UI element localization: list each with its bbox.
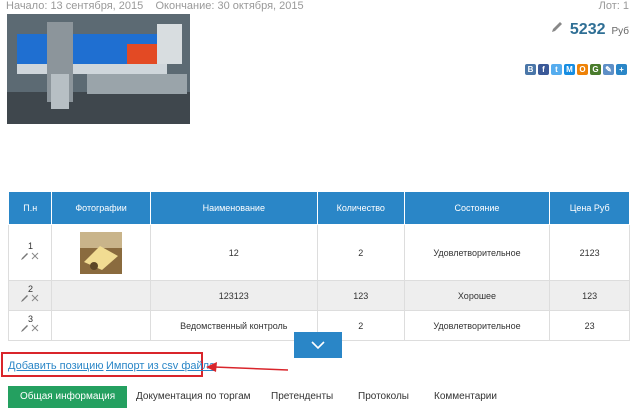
edit-row-icon[interactable]: [20, 324, 29, 333]
machine-photo-icon: [7, 14, 190, 124]
edit-row-icon[interactable]: [20, 252, 29, 261]
tab-comments[interactable]: Комментарии: [434, 386, 497, 408]
item-actions-highlight: Добавить позицию Импорт из csv файла: [1, 352, 215, 377]
col-header-num: П.н: [7, 191, 53, 225]
row-name: 12: [149, 224, 318, 281]
price-currency: Руб: [611, 26, 629, 37]
share-odnoklassniki-icon[interactable]: О: [577, 64, 588, 75]
row-price: 2123: [549, 224, 630, 281]
row-num-cell: 1: [7, 224, 53, 281]
share-mailru-icon[interactable]: М: [564, 64, 575, 75]
auction-dates: Начало: 13 сентября, 2015 Окончание: 30 …: [6, 0, 304, 12]
chevron-down-icon: [311, 340, 325, 349]
price-amount: 5232: [569, 21, 606, 38]
delete-row-icon[interactable]: [31, 294, 39, 302]
row-photo-cell: [51, 280, 151, 311]
col-header-qty: Количество: [316, 191, 405, 225]
row-num-cell: 2: [7, 280, 53, 311]
import-csv-link[interactable]: Импорт из csv файла: [106, 360, 215, 372]
lot-items-table: П.н Фотографии Наименование Количество С…: [7, 191, 630, 341]
food-photo-icon: [80, 231, 123, 274]
table-row: 2 123123 123 Хорошее 123: [7, 280, 630, 311]
row-state: Удовлетворительное: [403, 310, 551, 341]
row-name: 123123: [149, 280, 318, 311]
share-google-icon[interactable]: G: [590, 64, 601, 75]
col-header-photos: Фотографии: [51, 191, 151, 225]
tab-general-info[interactable]: Общая информация: [8, 386, 128, 408]
col-header-name: Наименование: [149, 191, 318, 225]
delete-row-icon[interactable]: [31, 324, 39, 332]
row-num: 2: [28, 284, 34, 294]
row-qty: 2: [316, 224, 405, 281]
expand-table-button[interactable]: [294, 332, 342, 358]
row-price: 123: [549, 280, 630, 311]
table-row: 1 12 2 Удовлетворительное 2123: [7, 224, 630, 281]
tab-documentation[interactable]: Документация по торгам: [136, 386, 251, 408]
row-name: Ведомственный контроль: [149, 310, 318, 341]
lot-main-photo[interactable]: [7, 14, 190, 124]
share-buttons: В f t М О G ✎ +: [525, 64, 627, 75]
share-twitter-icon[interactable]: t: [551, 64, 562, 75]
row-photo-cell: [51, 310, 151, 341]
row-state: Удовлетворительное: [403, 224, 551, 281]
share-more-icon[interactable]: +: [616, 64, 627, 75]
row-qty: 123: [316, 280, 405, 311]
edit-row-icon[interactable]: [20, 294, 29, 303]
add-position-link[interactable]: Добавить позицию: [8, 360, 104, 372]
lot-number: Лот: 1: [598, 0, 629, 12]
share-livejournal-icon[interactable]: ✎: [603, 64, 614, 75]
tab-protocols[interactable]: Протоколы: [358, 386, 409, 408]
share-facebook-icon[interactable]: f: [538, 64, 549, 75]
col-header-state: Состояние: [403, 191, 551, 225]
edit-pencil-icon[interactable]: [550, 20, 564, 34]
row-state: Хорошее: [403, 280, 551, 311]
col-header-price: Цена Руб: [549, 191, 630, 225]
row-photo-cell: [51, 224, 151, 281]
lot-price: 5232 Руб: [550, 20, 629, 39]
row-price: 23: [549, 310, 630, 341]
delete-row-icon[interactable]: [31, 252, 39, 260]
tab-applicants[interactable]: Претенденты: [271, 386, 333, 408]
annotation-arrow-icon: [206, 362, 288, 372]
row-photo[interactable]: [80, 231, 123, 274]
row-num: 1: [28, 241, 34, 251]
row-num: 3: [28, 314, 34, 324]
row-num-cell: 3: [7, 310, 53, 341]
lot-header: Начало: 13 сентября, 2015 Окончание: 30 …: [6, 0, 633, 12]
share-vk-icon[interactable]: В: [525, 64, 536, 75]
